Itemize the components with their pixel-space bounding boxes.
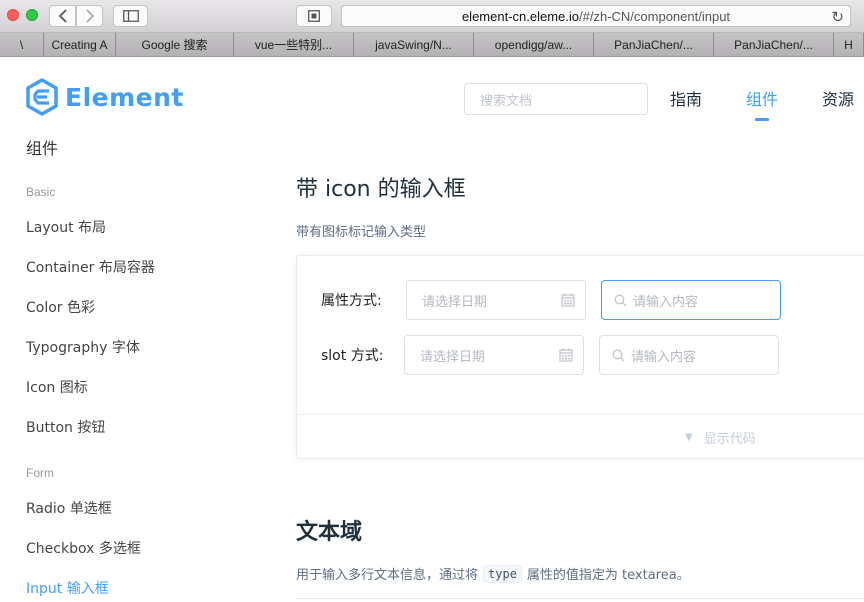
calendar-icon — [561, 293, 575, 307]
demo-block: 属性方式: 请选择日期 请输入内容 slot 方式: 请选择日期 请输入内容 ▼… — [296, 255, 864, 459]
element-logo-icon — [26, 78, 58, 116]
inline-code-type: type — [483, 564, 522, 583]
date-input[interactable]: 请选择日期 — [406, 280, 586, 320]
show-code-label: 显示代码 — [703, 432, 756, 447]
caret-down-icon: ▼ — [685, 432, 693, 443]
search-icon — [612, 349, 625, 361]
sidebar-item-checkbox[interactable]: Checkbox 多选框 — [26, 538, 141, 558]
bookmark-item[interactable]: PanJiaChen/... — [714, 33, 834, 56]
search-content-placeholder: 请输入内容 — [631, 349, 697, 365]
nav-resource[interactable]: 资源 — [822, 86, 854, 110]
desc-text-after: 属性的值指定为 textarea。 — [526, 568, 690, 583]
browser-toolbar: element-cn.eleme.io/#/zh-CN/component/in… — [0, 0, 864, 33]
sidebar-item-typography[interactable]: Typography 字体 — [26, 337, 140, 357]
bookmark-item[interactable]: H — [834, 33, 864, 56]
section-title-icon-input: 带 icon 的输入框 — [296, 177, 466, 202]
sidebar-item-radio[interactable]: Radio 单选框 — [26, 498, 112, 518]
sidebar-group-form: Form — [26, 466, 54, 480]
date-input-slot[interactable]: 请选择日期 — [404, 335, 584, 375]
bookmark-item[interactable]: opendigg/aw... — [474, 33, 594, 56]
search-docs-input[interactable]: 搜索文档 — [464, 83, 648, 115]
bookmark-item[interactable]: javaSwing/N... — [354, 33, 474, 56]
chevron-right-icon — [85, 9, 94, 23]
sidebar-title: 组件 — [26, 139, 59, 158]
chevron-left-icon — [58, 9, 67, 23]
back-button[interactable] — [49, 5, 76, 27]
active-nav-indicator — [755, 118, 769, 121]
date-placeholder: 请选择日期 — [422, 294, 488, 310]
bookmark-item[interactable]: PanJiaChen/... — [594, 33, 714, 56]
desc-text-before: 用于输入多行文本信息，通过将 — [296, 568, 479, 583]
sidebar-icon — [122, 10, 139, 22]
sidebar-item-container[interactable]: Container 布局容器 — [26, 257, 155, 277]
bookmark-item[interactable]: \ — [0, 33, 44, 56]
sidebar-item-button[interactable]: Button 按钮 — [26, 417, 105, 437]
search-placeholder: 搜索文档 — [480, 93, 533, 109]
section-description: 带有图标标记输入类型 — [296, 225, 427, 240]
search-content-placeholder: 请输入内容 — [633, 294, 699, 310]
url-path: /#/zh-CN/component/input — [579, 8, 731, 24]
reader-icon — [308, 10, 320, 22]
reader-button[interactable] — [296, 5, 332, 27]
url-host: element-cn.eleme.io — [461, 8, 580, 24]
search-content-input-slot[interactable]: 请输入内容 — [599, 335, 779, 375]
address-bar[interactable]: element-cn.eleme.io/#/zh-CN/component/in… — [341, 5, 851, 27]
bookmark-item[interactable]: Google 搜索 — [116, 33, 234, 56]
section-title-textarea: 文本域 — [296, 520, 363, 545]
show-sidebar-button[interactable] — [113, 5, 148, 27]
nav-guide[interactable]: 指南 — [670, 86, 702, 110]
demo-control[interactable]: ▼ 显示代码 — [297, 414, 864, 459]
bookmark-item[interactable]: vue一些特别... — [234, 33, 354, 56]
sidebar-item-color[interactable]: Color 色彩 — [26, 297, 95, 317]
row-label-slot: slot 方式: — [321, 348, 384, 364]
demo-source: 属性方式: 请选择日期 请输入内容 slot 方式: 请选择日期 请输入内容 — [297, 256, 864, 414]
search-icon — [614, 294, 627, 306]
close-window-button[interactable] — [7, 9, 19, 21]
sidebar-item-input[interactable]: Input 输入框 — [26, 578, 109, 598]
demo-block-textarea — [296, 598, 864, 602]
sidebar-item-icon[interactable]: Icon 图标 — [26, 377, 88, 397]
show-code-toggle[interactable]: ▼ 显示代码 — [685, 428, 756, 447]
logo-text: Element — [65, 82, 184, 112]
bookmarks-bar: \ Creating A Google 搜索 vue一些特别... javaSw… — [0, 33, 864, 57]
row-label-attribute: 属性方式: — [321, 293, 382, 309]
forward-button[interactable] — [76, 5, 103, 27]
section-description-textarea: 用于输入多行文本信息，通过将 type 属性的值指定为 textarea。 — [296, 564, 690, 583]
bookmark-item[interactable]: Creating A — [44, 33, 116, 56]
zoom-window-button[interactable] — [26, 9, 38, 21]
calendar-icon — [559, 348, 573, 362]
sidebar-group-basic: Basic — [26, 185, 56, 199]
reload-icon[interactable]: ↻ — [831, 8, 844, 26]
nav-component[interactable]: 组件 — [746, 86, 778, 110]
sidebar-item-layout[interactable]: Layout 布局 — [26, 217, 106, 237]
search-content-input[interactable]: 请输入内容 — [601, 280, 781, 320]
date-placeholder: 请选择日期 — [420, 349, 486, 365]
element-logo[interactable]: Element — [25, 77, 184, 117]
